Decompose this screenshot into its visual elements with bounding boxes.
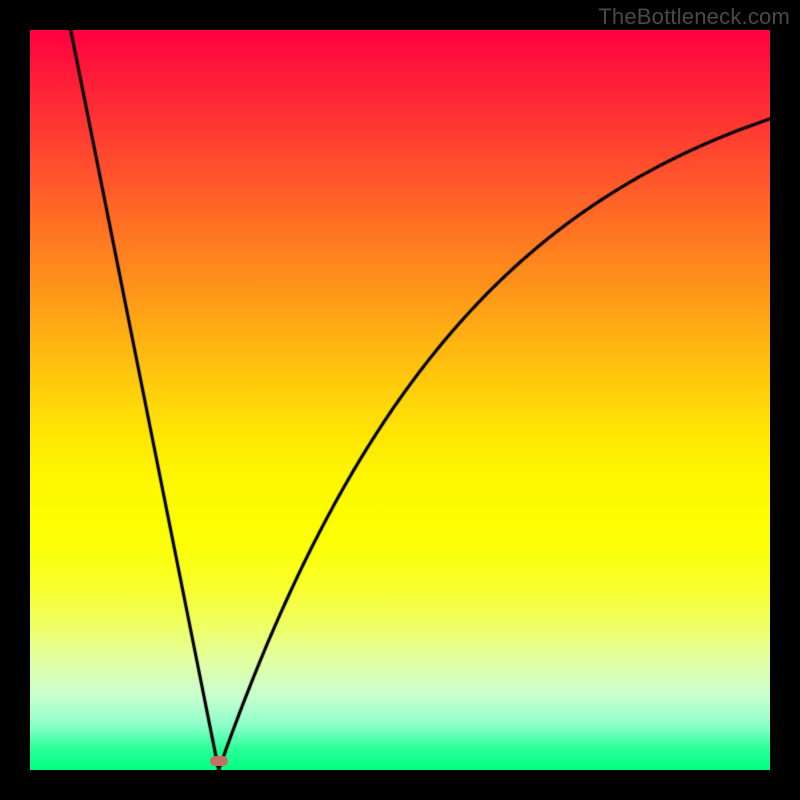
attribution-label: TheBottleneck.com [598,4,790,30]
minimum-marker [210,756,228,766]
chart-frame: TheBottleneck.com [0,0,800,800]
plot-area [30,30,770,770]
bottleneck-curve [30,30,770,770]
